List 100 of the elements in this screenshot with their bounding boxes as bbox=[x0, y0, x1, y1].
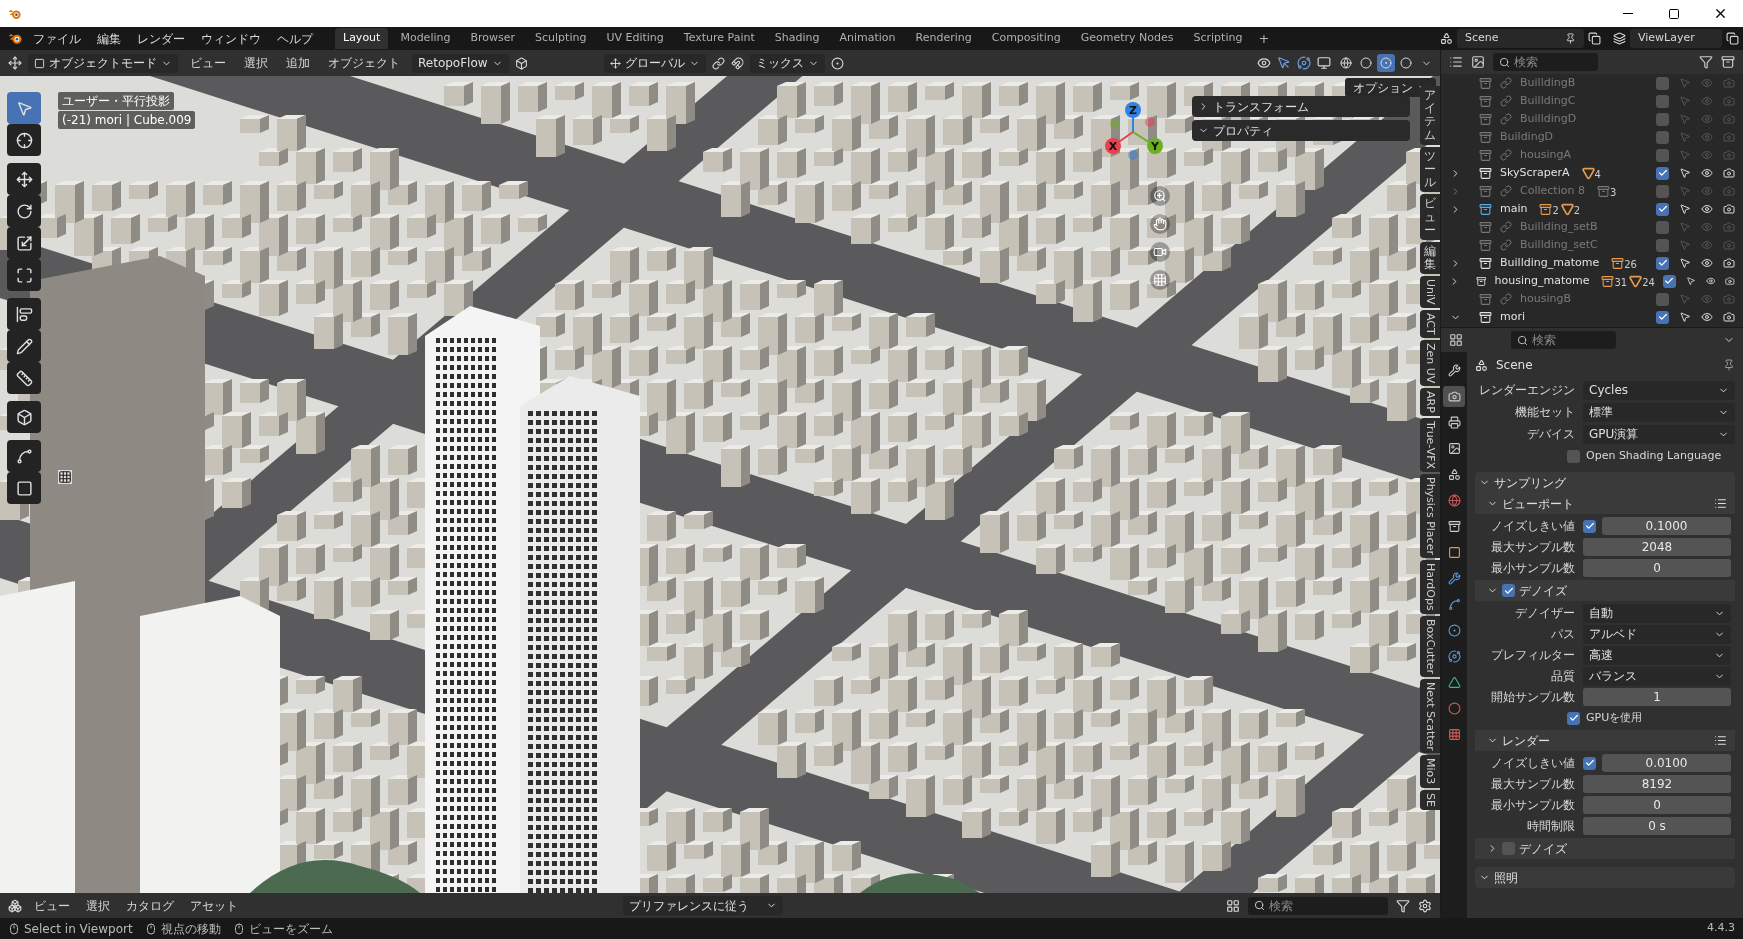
tool-button[interactable] bbox=[7, 163, 41, 195]
menu-item[interactable]: 選択 bbox=[82, 896, 114, 915]
menu-item[interactable]: ファイル bbox=[27, 29, 87, 48]
workspace-tab[interactable]: Browser bbox=[462, 28, 524, 49]
menu-item[interactable]: オブジェクト bbox=[322, 54, 406, 72]
include-checkbox[interactable] bbox=[1656, 148, 1669, 162]
cube-icon[interactable] bbox=[514, 56, 528, 70]
sidebar-tab[interactable]: UniV bbox=[1420, 276, 1440, 308]
presets-icon[interactable] bbox=[1714, 497, 1727, 510]
gizmo-axis-handle[interactable]: Y bbox=[1147, 138, 1163, 154]
checkbox[interactable] bbox=[1583, 756, 1596, 770]
sidebar-panel-header[interactable]: トランスフォーム bbox=[1192, 96, 1410, 117]
search-field[interactable]: 検索 bbox=[1248, 896, 1388, 915]
include-checkbox[interactable] bbox=[1656, 220, 1669, 234]
grid-icon[interactable] bbox=[1150, 270, 1170, 290]
include-checkbox[interactable] bbox=[1656, 166, 1669, 180]
gizmo-toggle-icon[interactable] bbox=[1277, 56, 1291, 70]
shading-mode-button[interactable] bbox=[1337, 54, 1355, 72]
filter-icon[interactable] bbox=[1699, 55, 1713, 69]
display-mode-icon[interactable] bbox=[1449, 55, 1463, 69]
workspace-tab[interactable]: Compositing bbox=[983, 28, 1069, 49]
sidebar-panel-header[interactable]: プロパティ bbox=[1192, 120, 1410, 141]
subpanel-title[interactable]: デノイズ bbox=[1519, 581, 1567, 600]
include-checkbox[interactable] bbox=[1656, 292, 1669, 306]
outliner-row[interactable]: housing_matome 31 24 bbox=[1441, 272, 1743, 290]
sidebar-tab[interactable]: True-VFX bbox=[1420, 417, 1440, 472]
dropdown[interactable]: 標準 bbox=[1583, 402, 1735, 422]
checkbox[interactable] bbox=[1567, 449, 1580, 463]
menu-item[interactable]: 編集 bbox=[91, 29, 127, 48]
camera-icon[interactable] bbox=[1725, 275, 1735, 287]
menu-item[interactable]: ビュー bbox=[184, 54, 232, 72]
include-checkbox[interactable] bbox=[1656, 112, 1669, 126]
shading-mode-button[interactable] bbox=[1397, 54, 1415, 72]
zoom-icon[interactable] bbox=[1150, 186, 1170, 206]
checkbox[interactable] bbox=[1583, 519, 1596, 533]
number-field[interactable]: 0.1000 bbox=[1602, 517, 1731, 535]
number-field[interactable]: 2048 bbox=[1583, 538, 1731, 556]
search-field[interactable]: 検索 bbox=[1493, 53, 1598, 71]
outliner-row[interactable]: BuilldingC bbox=[1441, 92, 1743, 110]
number-field[interactable]: 0 s bbox=[1583, 817, 1731, 835]
tool-button[interactable] bbox=[7, 298, 41, 330]
include-checkbox[interactable] bbox=[1656, 238, 1669, 252]
image-icon[interactable] bbox=[1471, 55, 1485, 69]
pointer-icon[interactable] bbox=[1685, 275, 1696, 287]
dropdown[interactable]: GPU演算 bbox=[1583, 424, 1735, 444]
menu-item[interactable]: カタログ bbox=[122, 896, 178, 915]
number-field[interactable]: 0.0100 bbox=[1602, 754, 1731, 772]
panel-title[interactable]: サンプリング bbox=[1494, 473, 1566, 492]
outliner-row[interactable]: SkyScraperA 4 bbox=[1441, 164, 1743, 182]
outliner-row[interactable]: Collection 8 3 bbox=[1441, 182, 1743, 200]
sidebar-tab[interactable]: ARP bbox=[1420, 387, 1440, 416]
panel-title[interactable]: 照明 bbox=[1494, 868, 1518, 887]
include-checkbox[interactable] bbox=[1656, 202, 1669, 216]
grid-icon[interactable] bbox=[1226, 898, 1240, 913]
subpanel-title[interactable]: レンダー bbox=[1502, 731, 1550, 750]
menu-item[interactable]: 追加 bbox=[280, 54, 316, 72]
outliner-row[interactable]: Buillding_matome 26 bbox=[1441, 254, 1743, 272]
sidebar-tab[interactable]: 編集 bbox=[1420, 241, 1440, 275]
menu-item[interactable]: ビュー bbox=[30, 896, 74, 915]
overlay-icon[interactable] bbox=[1297, 56, 1311, 70]
new-collection-icon[interactable] bbox=[1721, 55, 1735, 69]
proportional-edit-icon[interactable] bbox=[830, 56, 844, 70]
xray-icon[interactable] bbox=[1317, 56, 1331, 70]
checkbox[interactable] bbox=[1502, 584, 1515, 597]
sidebar-tab[interactable]: Next Scatter bbox=[1420, 678, 1440, 754]
gizmo-axis-handle[interactable]: Z bbox=[1125, 102, 1141, 118]
camera-icon[interactable] bbox=[1150, 242, 1170, 262]
snap-dropdown[interactable]: ミックス bbox=[749, 53, 825, 73]
menu-item[interactable]: レンダー bbox=[131, 29, 191, 48]
view-layer-selector[interactable]: ViewLayer bbox=[1630, 29, 1722, 48]
workspace-tab[interactable]: Sculpting bbox=[527, 28, 595, 49]
include-checkbox[interactable] bbox=[1656, 310, 1669, 324]
tool-button[interactable] bbox=[7, 362, 41, 394]
outliner-row[interactable]: mori bbox=[1441, 308, 1743, 326]
workspace-tab[interactable]: Rendering bbox=[907, 28, 980, 49]
menu-item[interactable]: 選択 bbox=[238, 54, 274, 72]
workspace-tab[interactable]: Modeling bbox=[392, 28, 459, 49]
sidebar-tab[interactable]: Zen UV bbox=[1420, 339, 1440, 386]
visibility-icon[interactable] bbox=[1701, 257, 1713, 269]
number-field[interactable]: 0 bbox=[1583, 559, 1731, 577]
addon-dropdown[interactable]: RetopoFlow bbox=[412, 53, 509, 73]
workspace-tab[interactable]: Texture Paint bbox=[675, 28, 763, 49]
visibility-icon[interactable] bbox=[1701, 311, 1713, 323]
editor-type-icon[interactable] bbox=[8, 56, 22, 70]
workspace-tab[interactable]: Layout bbox=[335, 28, 389, 49]
pin-icon[interactable] bbox=[1723, 359, 1735, 371]
orientation-dropdown[interactable]: グローバル bbox=[603, 53, 706, 73]
mode-dropdown[interactable]: オブジェクトモード bbox=[28, 53, 178, 73]
workspace-tab[interactable]: Shading bbox=[766, 28, 828, 49]
settings-icon[interactable] bbox=[1418, 898, 1432, 913]
number-field[interactable]: 0 bbox=[1583, 796, 1731, 814]
visibility-icon[interactable] bbox=[1257, 56, 1271, 70]
sidebar-tab[interactable]: Physics Placer bbox=[1420, 473, 1440, 558]
include-checkbox[interactable] bbox=[1656, 130, 1669, 144]
checkbox[interactable] bbox=[1567, 711, 1580, 725]
sidebar-tab[interactable]: ビュー bbox=[1420, 194, 1440, 240]
menu-item[interactable]: ヘルプ bbox=[271, 29, 319, 48]
sidebar-tab[interactable]: ACT bbox=[1420, 309, 1440, 338]
sidebar-tab[interactable]: HardOps bbox=[1420, 559, 1440, 614]
dropdown[interactable]: バランス bbox=[1583, 666, 1731, 686]
